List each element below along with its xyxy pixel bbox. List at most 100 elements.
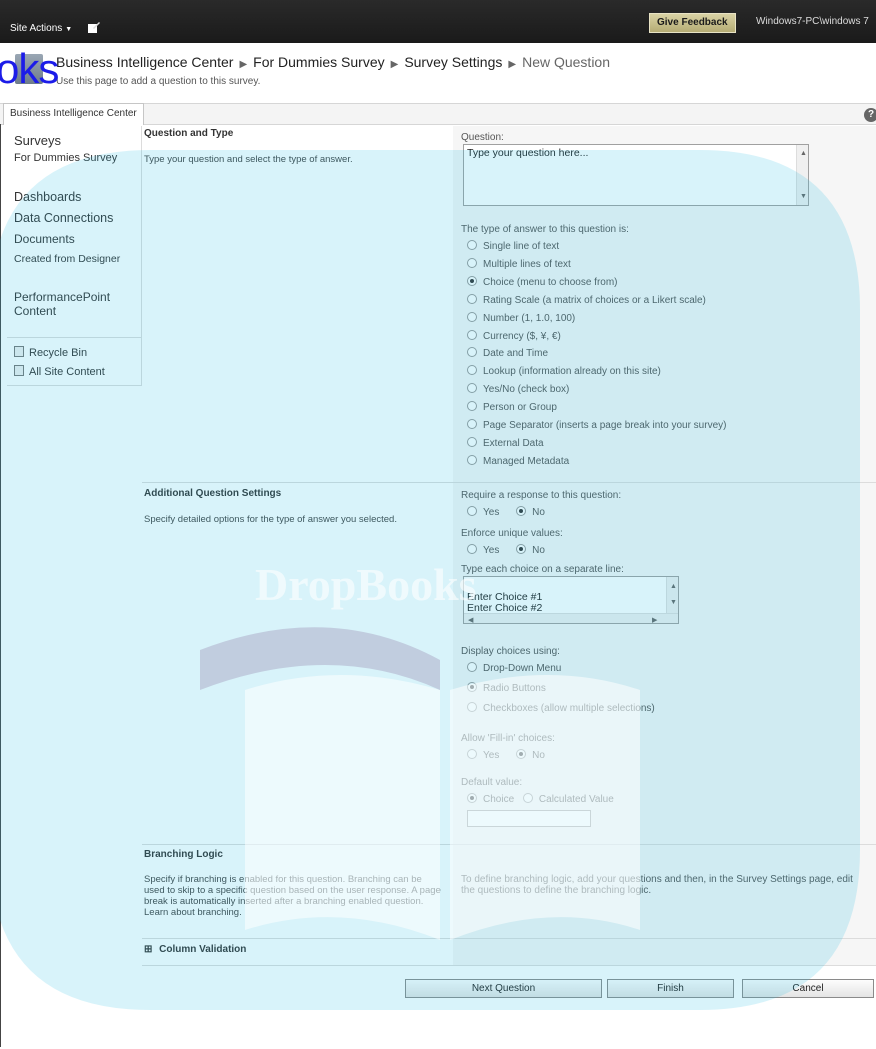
radio-icon <box>467 702 477 712</box>
answer-type-option[interactable]: Page Separator (inserts a page break int… <box>467 419 726 431</box>
unique-no-radio[interactable]: No <box>516 544 545 556</box>
unique-values-radio-group: Yes No <box>467 544 545 556</box>
answer-type-option[interactable]: Choice (menu to choose from) <box>467 275 618 288</box>
nav-item-documents[interactable]: Documents <box>14 232 75 246</box>
choice-label: Choice <box>483 794 515 805</box>
top-navigation: Business Intelligence Center ? <box>0 103 876 125</box>
require-response-radio-group: Yes No <box>467 506 545 518</box>
edit-page-icon[interactable] <box>87 20 101 34</box>
answer-type-label: Lookup (information already on this site… <box>483 366 661 378</box>
nav-header-surveys[interactable]: Surveys <box>14 133 61 148</box>
finish-button[interactable]: Finish <box>607 979 734 998</box>
answer-type-label: Date and Time <box>483 348 549 360</box>
display-choice-label: Drop-Down Menu <box>483 663 562 674</box>
radio-selected-icon <box>516 749 527 759</box>
radio-icon <box>467 662 477 672</box>
radio-icon <box>467 544 477 554</box>
tab-business-intelligence-center[interactable]: Business Intelligence Center <box>3 103 144 125</box>
radio-selected-icon <box>467 793 477 803</box>
breadcrumb-link[interactable]: Business Intelligence Center <box>56 54 233 70</box>
yes-label: Yes <box>483 750 500 761</box>
cancel-button[interactable]: Cancel <box>742 979 874 998</box>
nav-item-performancepoint-content[interactable]: PerformancePoint Content <box>14 290 134 318</box>
choices-h-scrollbar[interactable]: ◀ ▶ <box>464 613 678 623</box>
answer-type-option[interactable]: Managed Metadata <box>467 454 569 467</box>
answer-type-option[interactable]: External Data <box>467 436 544 449</box>
answer-type-option[interactable]: Lookup (information already on this site… <box>467 365 661 377</box>
answer-type-option[interactable]: Multiple lines of text <box>467 257 571 270</box>
require-no-radio[interactable]: No <box>516 506 545 518</box>
help-icon[interactable]: ? <box>864 108 876 122</box>
scroll-left-icon[interactable]: ◀ <box>468 615 473 623</box>
answer-type-option[interactable]: Person or Group <box>467 401 557 413</box>
breadcrumb-separator-icon: ▶ <box>239 59 248 70</box>
nav-item-for-dummies-survey[interactable]: For Dummies Survey <box>14 152 117 164</box>
column-validation-toggle[interactable]: ⊞ Column Validation <box>144 944 246 955</box>
display-choice-label: Checkboxes (allow multiple selections) <box>483 703 655 714</box>
radio-icon <box>467 419 477 429</box>
branching-description: Specify if branching is enabled for this… <box>144 874 441 918</box>
answer-type-option[interactable]: Date and Time <box>467 347 548 359</box>
give-feedback-button[interactable]: Give Feedback <box>649 13 736 33</box>
section-divider <box>142 844 876 845</box>
require-yes-radio[interactable]: Yes <box>467 506 499 518</box>
answer-type-option[interactable]: Number (1, 1.0, 100) <box>467 311 576 324</box>
display-choice-option[interactable]: Checkboxes (allow multiple selections) <box>467 702 655 714</box>
nav-item-created-from-designer[interactable]: Created from Designer <box>14 253 120 265</box>
section-title-question-and-type: Question and Type <box>144 128 234 139</box>
breadcrumb-link[interactable]: Survey Settings <box>404 54 502 70</box>
section-description: Specify detailed options for the type of… <box>144 514 397 525</box>
default-value-input[interactable] <box>467 810 591 827</box>
divider <box>7 337 142 338</box>
answer-type-label: External Data <box>483 437 544 449</box>
site-actions-label: Site Actions <box>10 23 63 34</box>
choices-label: Type each choice on a separate line: <box>461 564 624 575</box>
display-choice-option[interactable]: Radio Buttons <box>467 682 546 694</box>
scroll-down-icon[interactable]: ▼ <box>800 191 807 202</box>
branching-note: To define branching logic, add your ques… <box>461 874 853 896</box>
display-choice-option[interactable]: Drop-Down Menu <box>467 662 561 674</box>
next-question-button[interactable]: Next Question <box>405 979 602 998</box>
question-textarea[interactable]: Type your question here... ▲ ▼ <box>463 144 809 206</box>
display-choices-label: Display choices using: <box>461 646 560 657</box>
yes-label: Yes <box>483 545 500 556</box>
answer-type-option[interactable]: Rating Scale (a matrix of choices or a L… <box>467 293 706 306</box>
question-scrollbar[interactable]: ▲ ▼ <box>796 145 808 205</box>
site-actions-menu[interactable]: Site Actions ▼ <box>10 23 72 34</box>
radio-selected-icon <box>467 682 477 692</box>
default-value-label: Default value: <box>461 777 523 788</box>
nav-item-dashboards[interactable]: Dashboards <box>14 190 81 204</box>
section-description: Type your question and select the type o… <box>144 154 353 165</box>
breadcrumb: Business Intelligence Center ▶ For Dummies… <box>56 54 610 70</box>
breadcrumb-separator-icon: ▶ <box>508 59 517 70</box>
fillin-no-radio[interactable]: No <box>516 749 545 761</box>
radio-icon <box>467 436 477 447</box>
scroll-right-icon[interactable]: ▶ <box>652 615 657 623</box>
breadcrumb-link[interactable]: For Dummies Survey <box>253 54 384 70</box>
title-area: Business Intelligence Center ▶ For Dummies… <box>0 43 876 103</box>
choices-textarea[interactable]: Enter Choice #1 Enter Choice #2 Enter Ch… <box>463 576 679 624</box>
radio-icon <box>467 311 477 322</box>
choices-v-scrollbar[interactable]: ▲ ▼ <box>666 577 678 614</box>
new-question-form: Question and Type Type your question and… <box>142 126 876 1036</box>
default-choice-radio[interactable]: Choice <box>467 793 515 805</box>
scroll-up-icon[interactable]: ▲ <box>800 148 807 159</box>
unique-yes-radio[interactable]: Yes <box>467 544 500 556</box>
answer-type-label: Number (1, 1.0, 100) <box>483 312 576 324</box>
radio-icon <box>522 793 533 803</box>
nav-item-recycle-bin[interactable]: Recycle Bin <box>14 346 87 359</box>
user-menu[interactable]: Windows7-PC\windows 7 <box>756 16 869 27</box>
answer-type-option[interactable]: Yes/No (check box) <box>467 383 569 395</box>
answer-type-label: Yes/No (check box) <box>483 384 570 396</box>
fillin-yes-radio[interactable]: Yes <box>467 749 500 761</box>
nav-item-data-connections[interactable]: Data Connections <box>14 211 113 225</box>
nav-item-all-site-content[interactable]: All Site Content <box>14 365 105 378</box>
scroll-up-icon[interactable]: ▲ <box>670 581 677 592</box>
question-label: Question: <box>461 132 504 143</box>
default-calculated-radio[interactable]: Calculated Value <box>522 793 614 805</box>
fillin-label: Allow 'Fill-in' choices: <box>461 733 555 744</box>
answer-type-option[interactable]: Single line of text <box>467 240 559 252</box>
scroll-down-icon[interactable]: ▼ <box>670 597 677 608</box>
answer-type-option[interactable]: Currency ($, ¥, €) <box>467 329 561 342</box>
section-divider <box>142 938 876 939</box>
